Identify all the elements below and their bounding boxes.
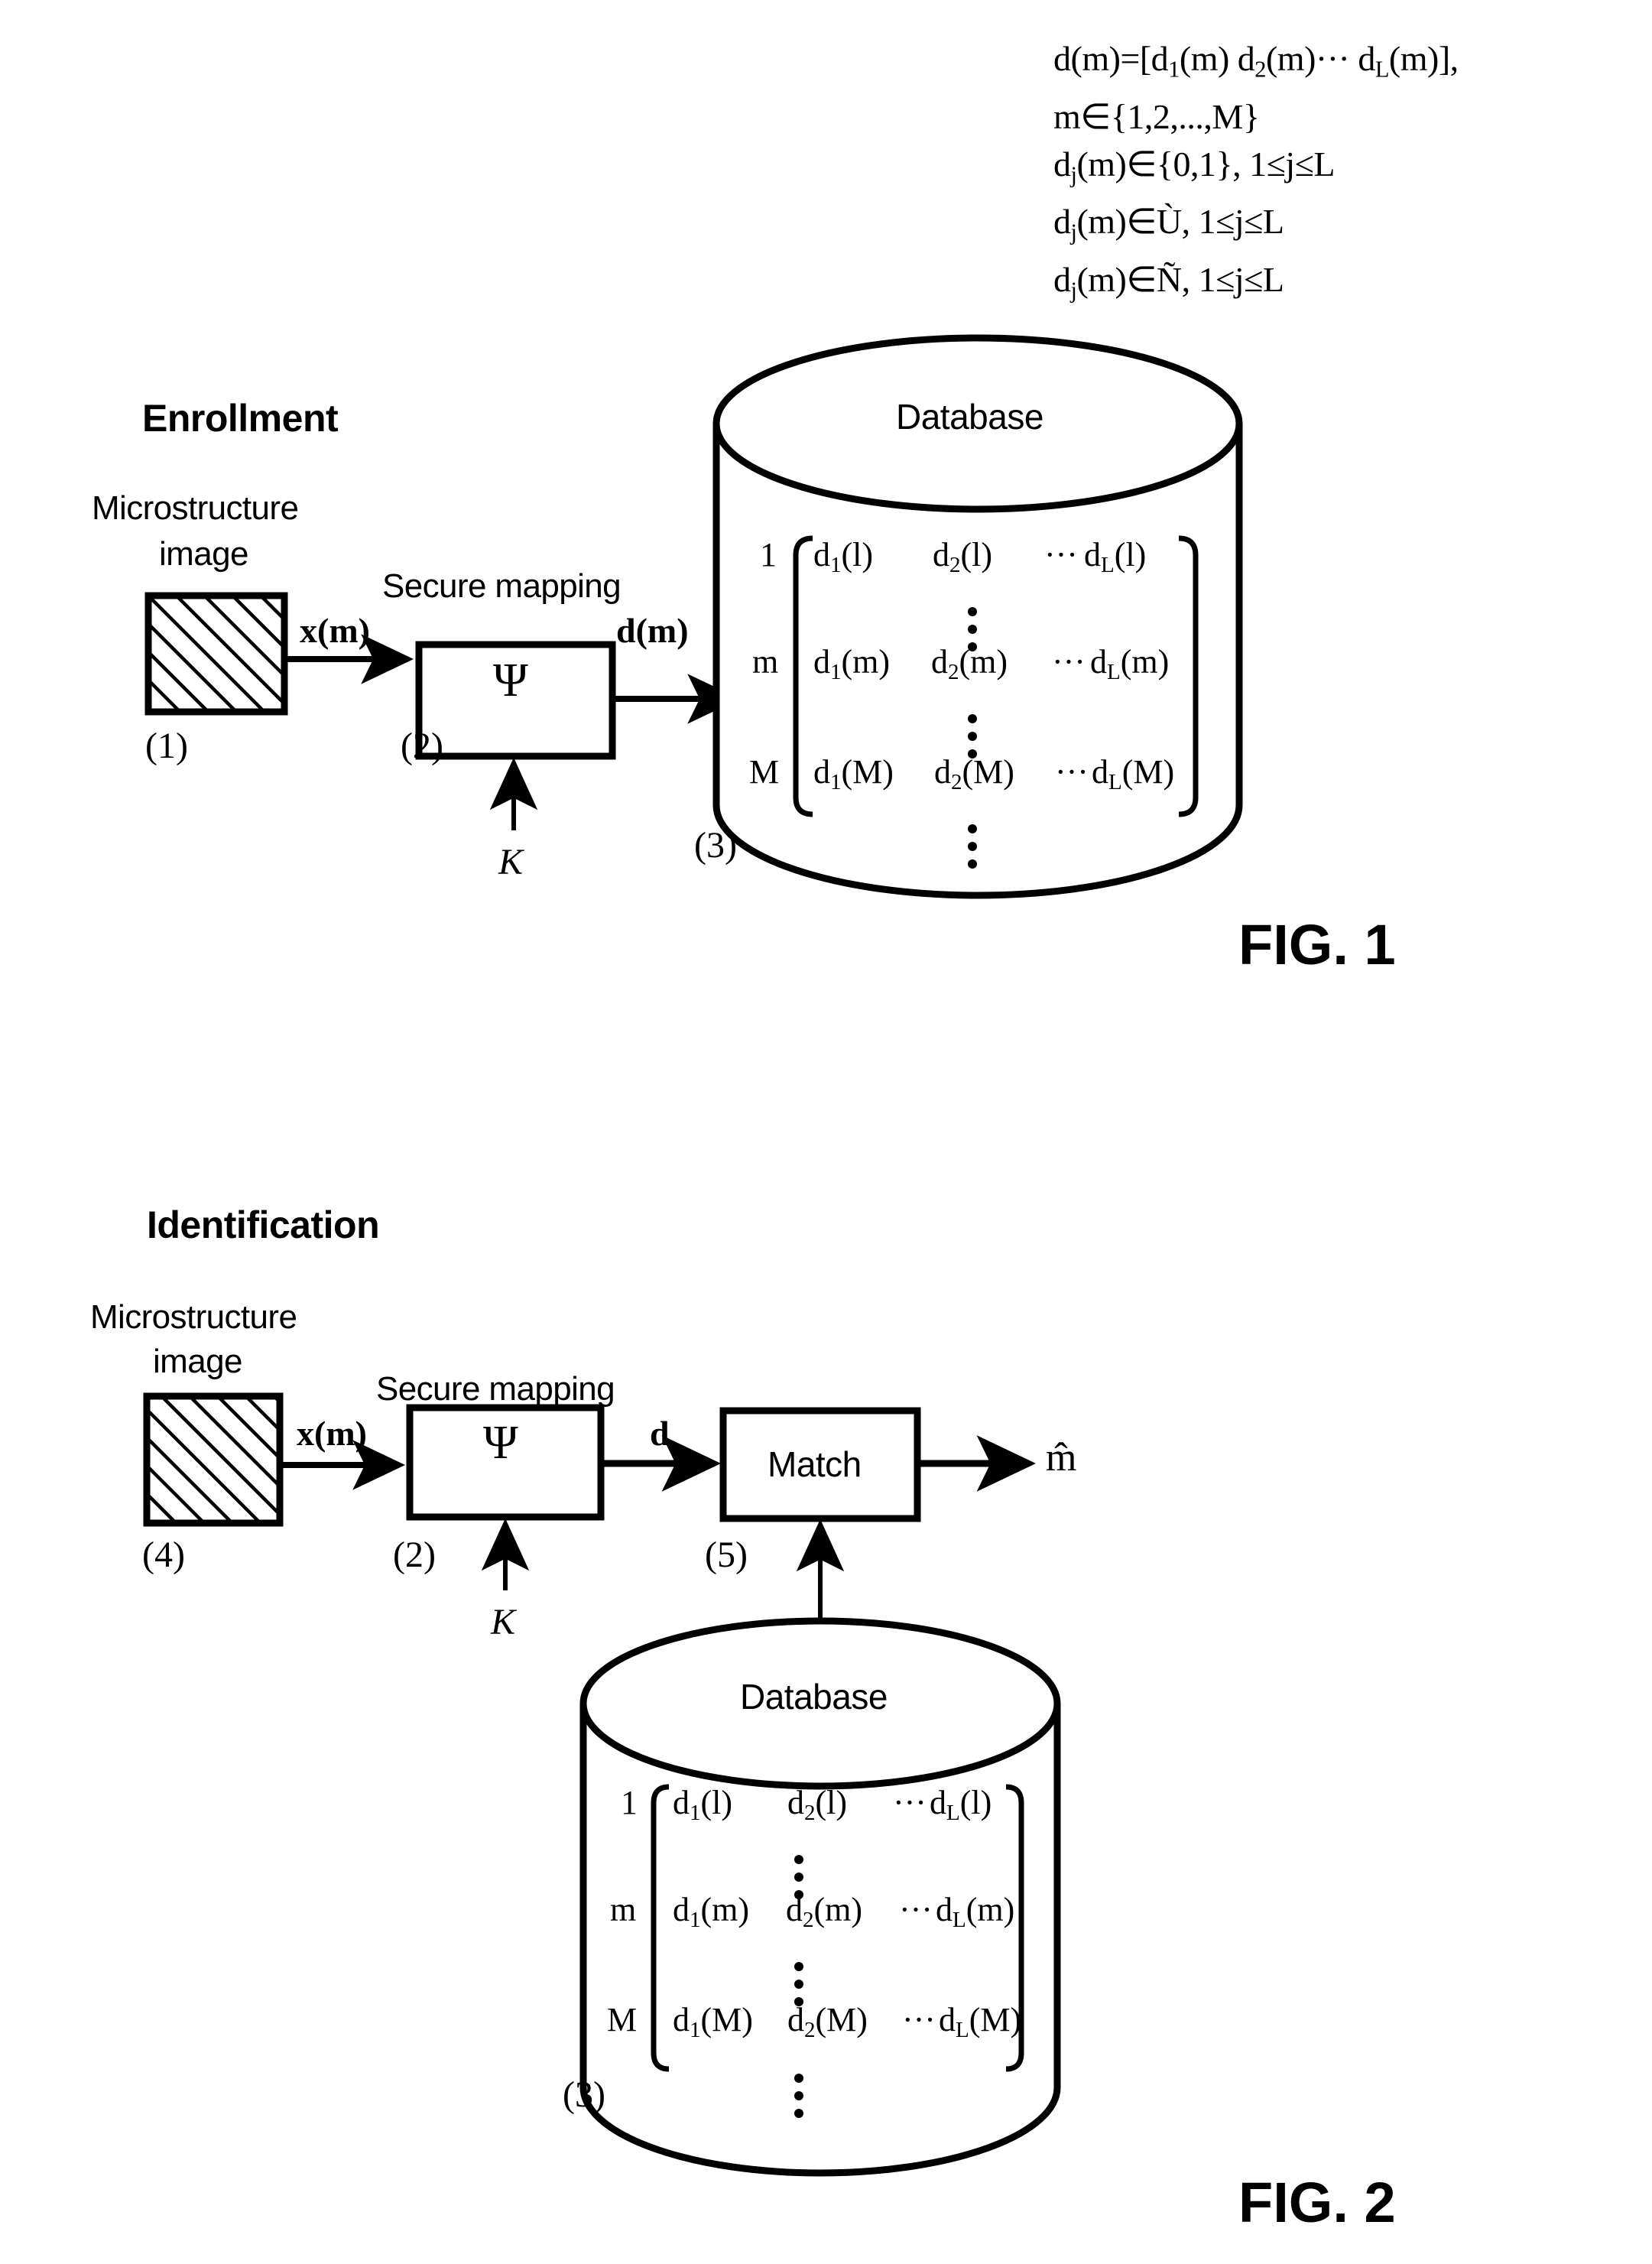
fig2-matrix-r2c1: d1(m) xyxy=(673,1891,750,1933)
fig2-matrix-rowlabel-3: M xyxy=(607,2001,638,2038)
equations-block: d(m)=[d1(m) d2(m)··· dL(m)], m∈{1,2,...,… xyxy=(1053,35,1459,313)
fig2-microstructure-block xyxy=(143,1392,284,1527)
fig2-matrix-r3c3: dL(M) xyxy=(939,2001,1022,2043)
fig1-matrix-r3c1: d1(M) xyxy=(813,753,894,795)
fig1-signal-x-label: x(m) xyxy=(300,611,370,650)
fig1-matrix-r3-ellipsis: ··· xyxy=(1055,753,1089,791)
fig1-secure-mapping-label: Secure mapping xyxy=(382,567,622,605)
fig2-secure-mapping-label: Secure mapping xyxy=(376,1370,615,1408)
fig1-matrix-r1-ellipsis: ··· xyxy=(1044,536,1078,573)
fig1-psi-glyph: Ψ xyxy=(493,655,528,706)
fig2-matrix-r3c2: d2(M) xyxy=(787,2001,868,2043)
fig2-matrix-r3-ellipsis: ··· xyxy=(902,2001,936,2038)
fig2-output-label: m̂ xyxy=(1046,1436,1077,1480)
fig1-ref-1: (1) xyxy=(145,726,188,766)
fig1-matrix-rowlabel-1: 1 xyxy=(760,536,777,573)
fig2-matrix-r2-ellipsis: ··· xyxy=(899,1891,933,1928)
fig2-psi-glyph: Ψ xyxy=(483,1417,518,1469)
fig2-matrix-r1c1: d1(l) xyxy=(673,1784,733,1826)
fig2-source-label-line2: image xyxy=(153,1343,242,1380)
fig2-signal-x-label: x(m) xyxy=(297,1414,367,1453)
patent-figure-page: d(m)=[d1(m) d2(m)··· dL(m)], m∈{1,2,...,… xyxy=(0,0,1652,2264)
fig2-matrix-r2c2: d2(m) xyxy=(786,1891,863,1933)
fig2-figure-label: FIG. 2 xyxy=(1238,2171,1396,2234)
fig2-matrix-r2c3: dL(m) xyxy=(936,1891,1015,1933)
fig2-key-label: K xyxy=(491,1602,516,1642)
fig2-ref-5: (5) xyxy=(705,1535,748,1575)
fig1-microstructure-block xyxy=(144,592,288,716)
fig2-matrix-r3c1: d1(M) xyxy=(673,2001,753,2043)
fig2-ref-4: (4) xyxy=(142,1535,185,1575)
equation-line-3: dj(m)∈{0,1}, 1≤j≤L xyxy=(1053,144,1335,188)
fig2-match-label: Match xyxy=(768,1444,862,1484)
fig1-matrix-r2c2: d2(m) xyxy=(931,643,1008,685)
fig1-source-label-line1: Microstructure xyxy=(92,489,299,527)
fig2-matrix-r1c2: d2(l) xyxy=(787,1784,848,1826)
fig1-matrix-r1c3: dL(l) xyxy=(1084,536,1147,578)
fig1-matrix-r1c2: d2(l) xyxy=(933,536,993,578)
fig1-matrix-r1c1: d1(l) xyxy=(813,536,874,578)
fig2-matrix-rowlabel-2: m xyxy=(610,1891,637,1928)
fig1-ref-3: (3) xyxy=(694,825,737,866)
fig2-matrix-r1c3: dL(l) xyxy=(930,1784,992,1826)
fig1-figure-label: FIG. 1 xyxy=(1238,913,1396,976)
fig1-database-label: Database xyxy=(896,397,1043,437)
fig1-key-label: K xyxy=(498,842,524,882)
equation-line-2: m∈{1,2,...,M} xyxy=(1053,96,1260,136)
fig2-database-label: Database xyxy=(740,1677,888,1717)
fig1-signal-d-label: d(m) xyxy=(616,611,689,650)
fig1-source-label-line2: image xyxy=(159,535,248,573)
equation-line-4: dj(m)∈Ù, 1≤j≤L xyxy=(1053,202,1284,245)
fig1-matrix-r2c1: d1(m) xyxy=(813,643,891,685)
fig1-title: Enrollment xyxy=(142,397,339,440)
fig1-matrix-r3c2: d2(M) xyxy=(934,753,1014,795)
fig1-matrix-rowlabel-3: M xyxy=(749,753,780,791)
fig1-matrix-r2-ellipsis: ··· xyxy=(1052,643,1086,680)
fig2-matrix-r1-ellipsis: ··· xyxy=(893,1784,927,1821)
fig2-ref-3: (3) xyxy=(563,2074,605,2115)
fig2-matrix-rowlabel-1: 1 xyxy=(621,1784,638,1821)
equation-line-5: dj(m)∈Ñ, 1≤j≤L xyxy=(1053,259,1284,304)
fig2-source-label-line1: Microstructure xyxy=(90,1298,297,1336)
fig1-matrix-r2c3: dL(m) xyxy=(1090,643,1170,685)
fig2-title: Identification xyxy=(147,1203,380,1246)
fig1-matrix-r3c3: dL(M) xyxy=(1092,753,1175,795)
fig2-signal-d-label: d xyxy=(650,1414,670,1453)
fig1-matrix-rowlabel-2: m xyxy=(752,643,779,680)
fig1-ref-2: (2) xyxy=(401,726,443,766)
equation-line-1: d(m)=[d1(m) d2(m)··· dL(m)], xyxy=(1053,39,1459,83)
fig2-ref-2: (2) xyxy=(393,1535,436,1575)
